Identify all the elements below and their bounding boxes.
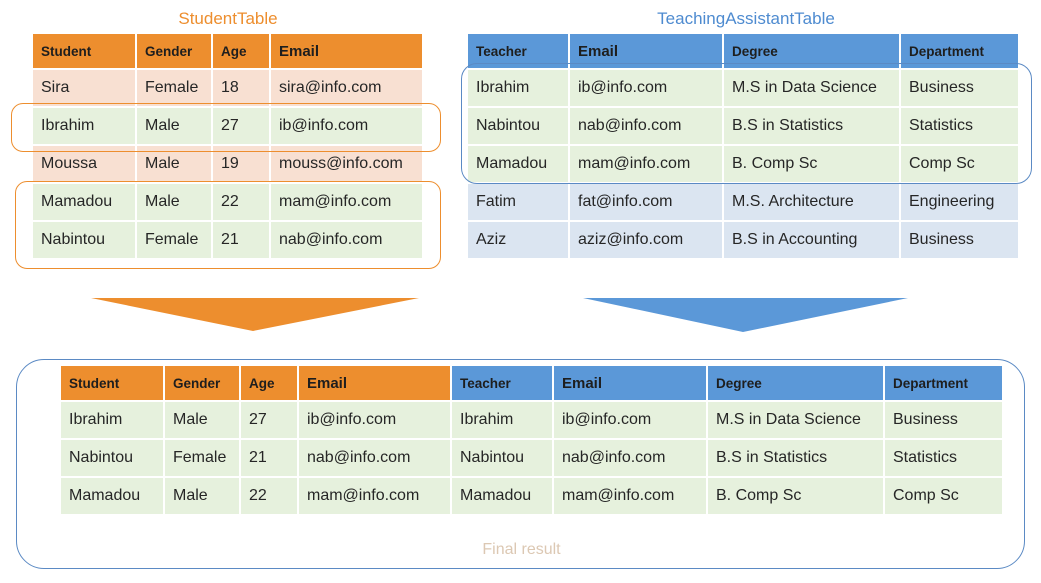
final-result-table: Student Gender Age Email Teacher Email D… <box>59 364 1004 516</box>
email-cell: nab@info.com <box>554 440 706 476</box>
column-header-email: Email <box>299 366 450 400</box>
column-header-teacher: Teacher <box>452 366 552 400</box>
gender-cell: Male <box>165 402 239 438</box>
email-cell: mam@info.com <box>299 478 450 514</box>
left-arrow <box>91 298 419 331</box>
final-result-label: Final result <box>482 541 561 558</box>
column-header-gender: Gender <box>165 366 239 400</box>
column-header-email: Email <box>554 366 706 400</box>
email-cell: nab@info.com <box>299 440 450 476</box>
student-cell: Ibrahim <box>61 402 163 438</box>
student-cell: Mamadou <box>61 478 163 514</box>
email-cell: ib@info.com <box>299 402 450 438</box>
age-cell: 27 <box>241 402 297 438</box>
department-cell: Business <box>885 402 1002 438</box>
table-row: Nabintou Female 21 nab@info.com Nabintou… <box>61 440 1002 476</box>
age-cell: 21 <box>241 440 297 476</box>
column-header-department: Department <box>885 366 1002 400</box>
column-header-student: Student <box>61 366 163 400</box>
right-arrow <box>583 298 908 332</box>
table-row: Mamadou Male 22 mam@info.com Mamadou mam… <box>61 478 1002 514</box>
degree-cell: B.S in Statistics <box>708 440 883 476</box>
email-cell: mam@info.com <box>554 478 706 514</box>
column-header-age: Age <box>241 366 297 400</box>
student-cell: Nabintou <box>61 440 163 476</box>
table-row: Ibrahim Male 27 ib@info.com Ibrahim ib@i… <box>61 402 1002 438</box>
teacher-cell: Mamadou <box>452 478 552 514</box>
teacher-cell: Nabintou <box>452 440 552 476</box>
degree-cell: B. Comp Sc <box>708 478 883 514</box>
email-cell: ib@info.com <box>554 402 706 438</box>
department-cell: Statistics <box>885 440 1002 476</box>
gender-cell: Male <box>165 478 239 514</box>
degree-cell: M.S in Data Science <box>708 402 883 438</box>
age-cell: 22 <box>241 478 297 514</box>
column-header-degree: Degree <box>708 366 883 400</box>
table-header-row: Student Gender Age Email Teacher Email D… <box>61 366 1002 400</box>
teacher-cell: Ibrahim <box>452 402 552 438</box>
gender-cell: Female <box>165 440 239 476</box>
department-cell: Comp Sc <box>885 478 1002 514</box>
